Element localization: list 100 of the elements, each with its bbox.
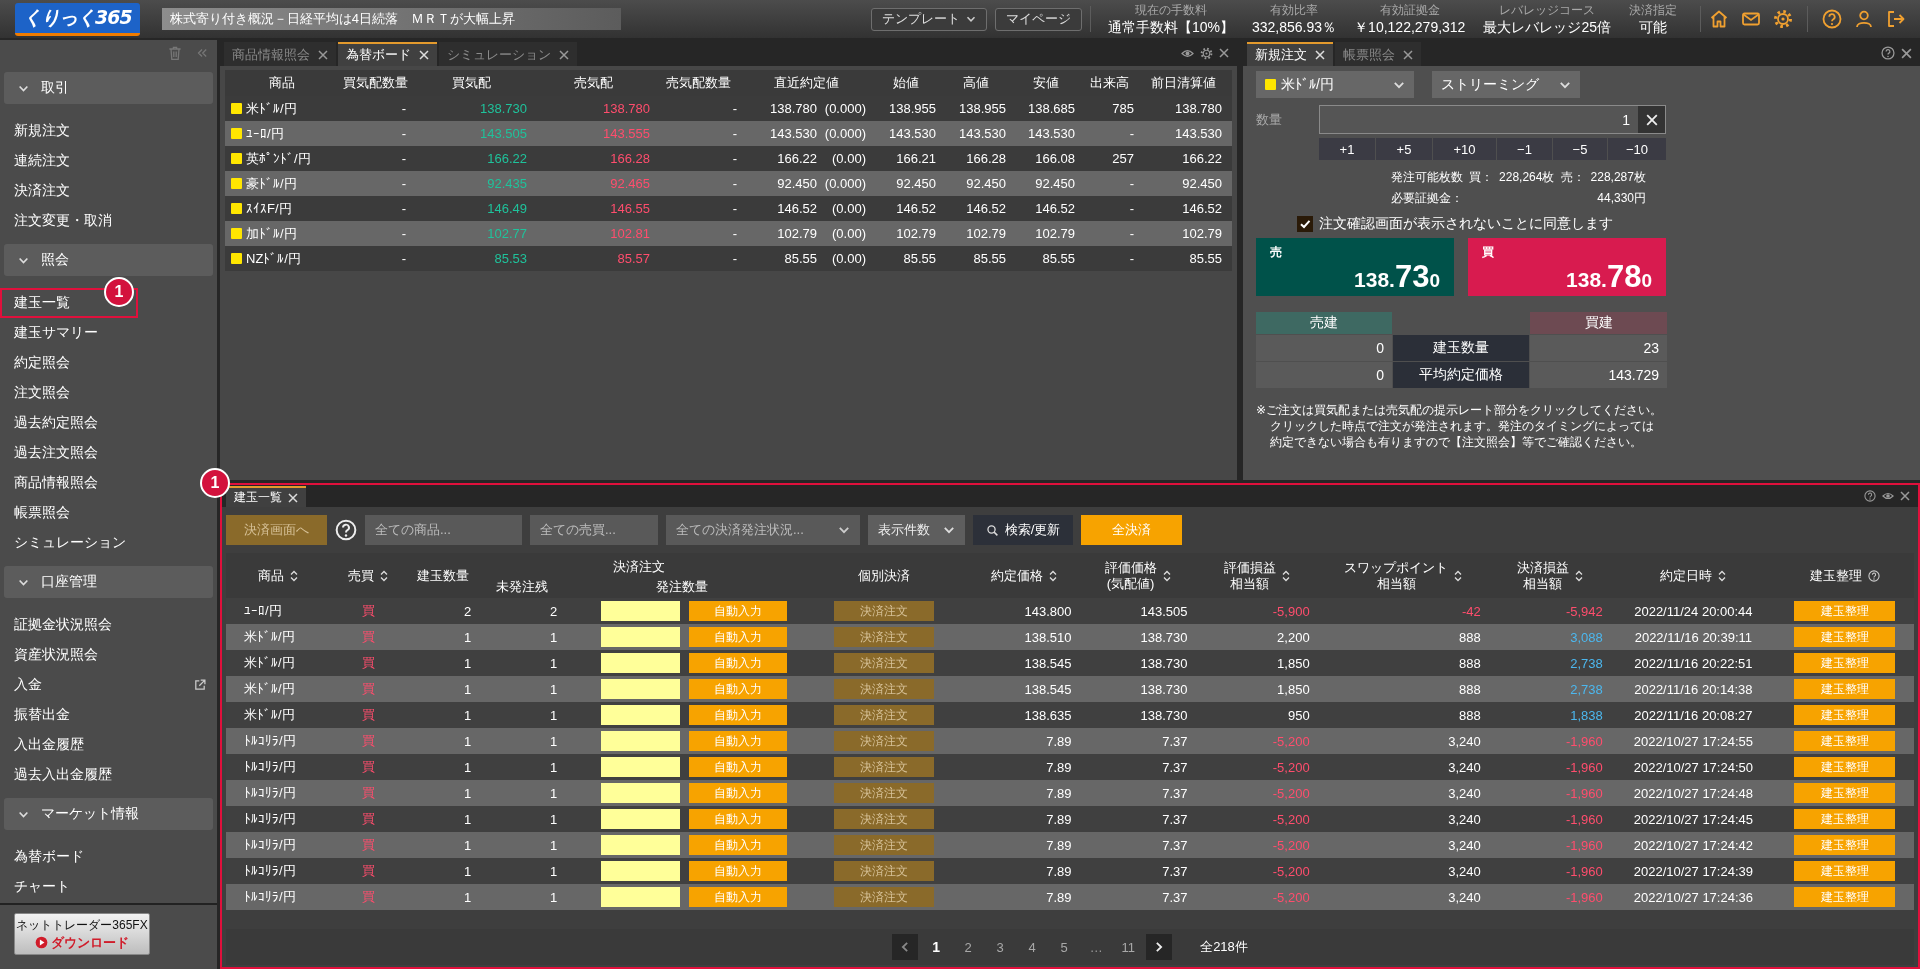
quantity-input[interactable] (601, 731, 681, 751)
eye-icon[interactable] (1882, 490, 1894, 502)
page-link[interactable]: 1 (922, 939, 951, 955)
quantity-input[interactable] (601, 835, 681, 855)
quantity-input[interactable] (601, 705, 681, 725)
step-button[interactable]: −1 (1497, 138, 1552, 160)
sell-button[interactable]: 売 138.730 (1256, 238, 1454, 296)
tab[interactable]: 帳票照会 (1335, 42, 1421, 66)
next-page-button[interactable] (1146, 934, 1173, 960)
column-header[interactable]: 評価損益 相当額 (1223, 559, 1276, 592)
page-link[interactable]: 3 (986, 939, 1015, 955)
quantity-input[interactable] (601, 627, 681, 647)
rate-quote[interactable]: 166.28 (532, 151, 655, 166)
buy-button[interactable]: 買 138.780 (1468, 238, 1666, 296)
quantity-input[interactable] (601, 653, 681, 673)
sort-icon[interactable] (290, 569, 298, 582)
sidebar-item[interactable]: チャート (0, 872, 80, 902)
section-header[interactable]: 口座管理 (4, 566, 213, 598)
sidebar-item[interactable]: 資産状況照会 (0, 640, 108, 670)
quantity-input[interactable] (601, 809, 681, 829)
sort-icon[interactable] (1162, 569, 1171, 582)
sidebar-item[interactable]: 決済注文 (0, 176, 80, 206)
rate-quote[interactable]: 85.53 (411, 251, 532, 266)
currency-pair[interactable]: 英ﾎﾟﾝﾄﾞ/円 (246, 149, 311, 168)
sidebar-item[interactable]: 過去約定照会 (0, 408, 108, 438)
rate-quote[interactable]: 92.435 (411, 176, 532, 191)
rate-quote[interactable]: 102.77 (411, 226, 532, 241)
sidebar-item[interactable]: 約定照会 (0, 348, 80, 378)
tab[interactable]: 為替ボード (338, 42, 437, 66)
sort-icon[interactable] (380, 569, 389, 582)
quantity-input[interactable] (601, 679, 681, 699)
sidebar-item[interactable]: シミュレーション (0, 528, 136, 558)
quantity-input[interactable] (601, 757, 681, 777)
tab[interactable]: 建玉一覧 (226, 486, 306, 507)
sidebar-item[interactable]: 過去注文照会 (0, 438, 108, 468)
sort-icon[interactable] (1574, 569, 1583, 582)
download-banner[interactable]: ネットトレーダー365FX ダウンロード (14, 913, 150, 955)
tab[interactable]: 商品情報照会 (224, 42, 336, 66)
sidebar-item[interactable]: 振替出金 (0, 700, 80, 730)
sidebar-item[interactable]: 注文変更・取消 (0, 206, 122, 236)
currency-pair[interactable]: 米ﾄﾞﾙ/円 (246, 99, 297, 118)
currency-pair[interactable]: ｽｲｽF/円 (246, 199, 292, 218)
filter-select[interactable]: 全ての決済発注状況... (666, 515, 860, 545)
sort-icon[interactable] (1454, 569, 1463, 582)
close-icon[interactable] (1403, 50, 1413, 60)
step-button[interactable]: −10 (1608, 138, 1666, 160)
quantity-input[interactable] (601, 783, 681, 803)
currency-pair[interactable]: 豪ﾄﾞﾙ/円 (246, 174, 297, 193)
sort-icon[interactable] (1718, 569, 1727, 582)
sidebar-item[interactable]: 連続注文 (0, 146, 80, 176)
sidebar-item[interactable]: 入出金履歴 (0, 730, 94, 760)
page-link[interactable]: 5 (1050, 939, 1079, 955)
sidebar-item[interactable]: 入金 (0, 670, 217, 700)
previous-page-button[interactable] (892, 934, 919, 960)
settings-icon[interactable] (1200, 46, 1213, 60)
column-header[interactable]: 売買 (348, 567, 375, 584)
step-button[interactable]: +10 (1433, 138, 1496, 160)
page-link[interactable]: 11 (1114, 939, 1143, 955)
home-icon[interactable] (1709, 9, 1729, 29)
filter-field[interactable]: 全ての売買... (530, 515, 658, 545)
column-header[interactable]: 約定価格 (991, 567, 1044, 584)
section-header[interactable]: マーケット情報 (4, 798, 213, 830)
user-icon[interactable] (1854, 9, 1874, 29)
filter-field[interactable]: 全ての商品... (365, 515, 522, 545)
rate-quote[interactable]: 166.22 (411, 151, 532, 166)
column-header[interactable]: スワップポイント 相当額 (1344, 559, 1449, 592)
sidebar-item[interactable]: 為替ボード (0, 842, 94, 872)
close-icon[interactable] (1219, 48, 1229, 58)
section-header[interactable]: 取引 (4, 72, 213, 104)
sidebar-item[interactable]: 商品情報照会 (0, 468, 108, 498)
page-link[interactable]: 4 (1018, 939, 1047, 955)
currency-select[interactable]: 米ﾄﾞﾙ/円 (1256, 71, 1414, 98)
menu-button[interactable]: マイページ (995, 7, 1082, 31)
help-icon[interactable] (1864, 490, 1876, 502)
rate-quote[interactable]: 146.49 (411, 201, 532, 216)
section-header[interactable]: 照会 (4, 244, 213, 276)
currency-pair[interactable]: ﾕｰﾛ/円 (246, 124, 284, 143)
settings-icon[interactable] (1773, 9, 1793, 29)
close-icon[interactable] (1901, 47, 1912, 59)
close-icon[interactable] (1900, 491, 1910, 501)
sidebar-item[interactable]: 建玉サマリー (0, 318, 108, 348)
close-icon[interactable] (559, 50, 569, 60)
help-icon[interactable] (1822, 9, 1842, 29)
quantity-input[interactable] (601, 887, 681, 907)
quantity-input[interactable] (601, 601, 681, 621)
page-size-select[interactable]: 表示件数 (868, 515, 965, 545)
tab[interactable]: 新規注文 (1247, 42, 1333, 66)
sidebar-item[interactable]: 新規注文 (0, 116, 80, 146)
sidebar-item[interactable]: 証拠金状況照会 (0, 610, 122, 640)
sidebar-item[interactable]: 注文照会 (0, 378, 80, 408)
mode-select[interactable]: ストリーミング (1432, 71, 1580, 98)
column-header[interactable]: 約定日時 (1660, 567, 1713, 584)
rate-quote[interactable]: 143.505 (411, 126, 532, 141)
currency-pair[interactable]: NZﾄﾞﾙ/円 (246, 249, 301, 268)
help-icon[interactable] (1867, 569, 1880, 582)
quantity-input[interactable] (601, 861, 681, 881)
rate-quote[interactable]: 146.55 (532, 201, 655, 216)
close-icon[interactable] (318, 50, 328, 60)
page-link[interactable]: 2 (954, 939, 983, 955)
step-button[interactable]: −5 (1553, 138, 1607, 160)
